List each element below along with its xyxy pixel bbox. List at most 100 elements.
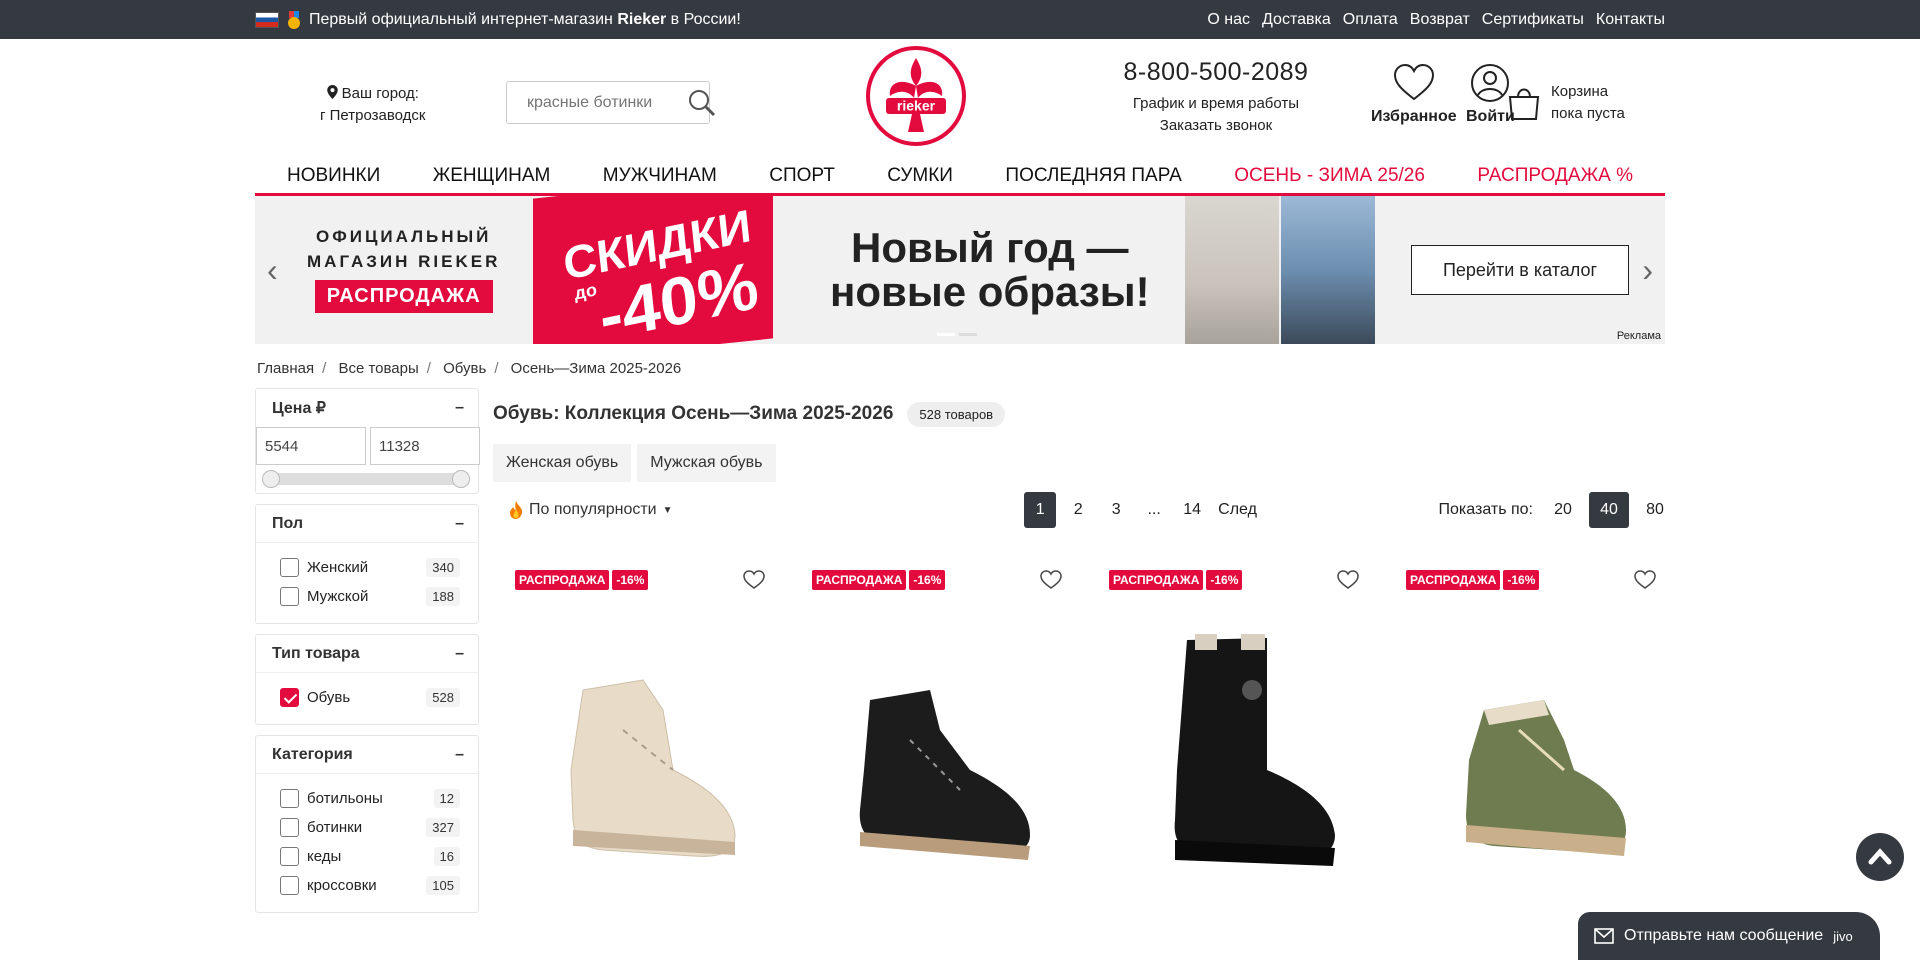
discount-badge: -16% xyxy=(612,570,649,590)
svg-text:rieker: rieker xyxy=(897,98,936,114)
work-hours-link[interactable]: График и время работы xyxy=(1118,93,1314,115)
city-label: Ваш город: xyxy=(341,85,419,102)
filter-option[interactable]: Обувь 528 xyxy=(280,683,460,712)
price-max-input[interactable] xyxy=(370,427,480,465)
nav-sale[interactable]: РАСПРОДАЖА % xyxy=(1477,165,1633,187)
banner-prev-arrow-icon[interactable]: ‹ xyxy=(267,252,278,289)
product-card[interactable]: РАСПРОДАЖА -16% xyxy=(790,560,1087,940)
page-1[interactable]: 1 xyxy=(1024,492,1057,528)
filter-price-header[interactable]: Цена ₽ – xyxy=(256,389,478,427)
chip-men-shoes[interactable]: Мужская обувь xyxy=(637,444,776,482)
link-payment[interactable]: Оплата xyxy=(1343,11,1398,29)
banner-catalog-button[interactable]: Перейти в каталог xyxy=(1411,245,1629,295)
filter-type-header[interactable]: Тип товара – xyxy=(256,635,478,673)
page-14[interactable]: 14 xyxy=(1176,492,1208,528)
filter-gender-header[interactable]: Пол – xyxy=(256,505,478,543)
nav-last-pair[interactable]: ПОСЛЕДНЯЯ ПАРА xyxy=(1005,165,1181,187)
checkbox[interactable] xyxy=(280,789,299,808)
sort-dropdown[interactable]: По популярности ▼ xyxy=(509,501,673,519)
filter-option[interactable]: Мужской 188 xyxy=(280,582,460,611)
nav-sport[interactable]: СПОРТ xyxy=(769,165,835,187)
nav-new[interactable]: НОВИНКИ xyxy=(287,165,380,187)
price-slider-min-handle[interactable] xyxy=(262,470,280,488)
heart-icon[interactable] xyxy=(743,570,765,595)
collapse-icon[interactable]: – xyxy=(455,515,464,533)
product-image[interactable] xyxy=(1117,620,1357,880)
chip-women-shoes[interactable]: Женская обувь xyxy=(493,444,632,482)
price-slider-max-handle[interactable] xyxy=(452,470,470,488)
catalog: Обувь: Коллекция Осень—Зима 2025-2026 52… xyxy=(479,388,1681,940)
banner-discount-box: СКИДКИ до-40% xyxy=(533,196,773,344)
price-min-input[interactable] xyxy=(256,427,366,465)
checkbox[interactable] xyxy=(280,847,299,866)
product-image[interactable] xyxy=(523,620,763,880)
search-box xyxy=(506,81,716,124)
scroll-top-button[interactable] xyxy=(1856,833,1904,881)
link-certificates[interactable]: Сертификаты xyxy=(1482,11,1584,29)
crumb-home[interactable]: Главная xyxy=(257,360,314,377)
crumb-all[interactable]: Все товары xyxy=(338,360,418,377)
checkbox[interactable] xyxy=(280,876,299,895)
checkbox[interactable] xyxy=(280,558,299,577)
per-page-40[interactable]: 40 xyxy=(1589,492,1629,528)
filter-option[interactable]: ботильоны 12 xyxy=(280,784,460,813)
callback-link[interactable]: Заказать звонок xyxy=(1118,115,1314,137)
link-about[interactable]: О нас xyxy=(1207,11,1250,29)
search-icon[interactable] xyxy=(687,88,717,118)
cart-button[interactable]: Корзина пока пуста xyxy=(1507,81,1625,125)
nav-women[interactable]: ЖЕНЩИНАМ xyxy=(433,165,551,187)
phone-number[interactable]: 8-800-500-2089 xyxy=(1118,58,1314,87)
filter-category-header[interactable]: Категория – xyxy=(256,736,478,774)
product-card[interactable]: РАСПРОДАЖА -16% xyxy=(1087,560,1384,940)
product-image[interactable] xyxy=(820,620,1060,880)
banner-next-arrow-icon[interactable]: › xyxy=(1642,252,1653,289)
promo-banner[interactable]: ‹ ОФИЦИАЛЬНЫЙ МАГАЗИН RIEKER РАСПРОДАЖА … xyxy=(255,196,1665,344)
fleur-de-lis-logo-icon: rieker xyxy=(886,58,946,132)
link-return[interactable]: Возврат xyxy=(1410,11,1470,29)
nav-autumn-winter[interactable]: ОСЕНЬ - ЗИМА 25/26 xyxy=(1234,165,1425,187)
favorites-button[interactable]: Избранное xyxy=(1371,63,1457,126)
checkbox[interactable] xyxy=(280,818,299,837)
contact-block: 8-800-500-2089 График и время работы Зак… xyxy=(1118,58,1314,137)
nav-bags[interactable]: СУМКИ xyxy=(887,165,953,187)
heart-icon[interactable] xyxy=(1634,570,1656,595)
nav-men[interactable]: МУЖЧИНАМ xyxy=(603,165,717,187)
filter-option[interactable]: кроссовки 105 xyxy=(280,871,460,900)
page-2[interactable]: 2 xyxy=(1062,492,1094,528)
per-page-selector: Показать по: 20 40 80 xyxy=(1439,492,1675,528)
banner-dots[interactable] xyxy=(937,333,977,336)
per-page-20[interactable]: 20 xyxy=(1543,492,1583,528)
crumb-shoes[interactable]: Обувь xyxy=(443,360,486,377)
city-selector[interactable]: Ваш город: г Петрозаводск xyxy=(320,83,426,127)
heart-icon[interactable] xyxy=(1040,570,1062,595)
page-3[interactable]: 3 xyxy=(1100,492,1132,528)
filter-option[interactable]: кеды 16 xyxy=(280,842,460,871)
heart-icon[interactable] xyxy=(1337,570,1359,595)
discount-badge: -16% xyxy=(1503,570,1540,590)
rieker-logo[interactable]: rieker xyxy=(866,46,966,146)
search-input[interactable] xyxy=(527,93,687,112)
banner-photo-man xyxy=(1281,196,1375,344)
breadcrumb: Главная / Все товары / Обувь / Осень—Зима 2… xyxy=(257,360,682,377)
filter-option[interactable]: ботинки 327 xyxy=(280,813,460,842)
filter-option[interactable]: Женский 340 xyxy=(280,553,460,582)
collapse-icon[interactable]: – xyxy=(455,399,464,417)
checkbox-checked[interactable] xyxy=(280,688,299,707)
product-card[interactable]: РАСПРОДАЖА -16% xyxy=(493,560,790,940)
filter-type: Тип товара – Обувь 528 xyxy=(255,634,479,725)
product-card[interactable]: РАСПРОДАЖА -16% xyxy=(1384,560,1681,940)
heart-icon xyxy=(1393,63,1434,101)
collapse-icon[interactable]: – xyxy=(455,746,464,764)
per-page-80[interactable]: 80 xyxy=(1635,492,1675,528)
link-delivery[interactable]: Доставка xyxy=(1262,11,1331,29)
product-image[interactable] xyxy=(1414,620,1654,880)
price-slider[interactable] xyxy=(262,470,470,488)
link-contacts[interactable]: Контакты xyxy=(1596,11,1665,29)
sale-badge: РАСПРОДАЖА xyxy=(515,570,610,590)
checkbox[interactable] xyxy=(280,587,299,606)
collapse-icon[interactable]: – xyxy=(455,645,464,663)
banner-sale-tag: РАСПРОДАЖА xyxy=(314,280,493,313)
russia-flag-icon xyxy=(255,11,279,28)
chevron-down-icon: ▼ xyxy=(662,504,673,516)
page-next[interactable]: След xyxy=(1218,492,1257,528)
